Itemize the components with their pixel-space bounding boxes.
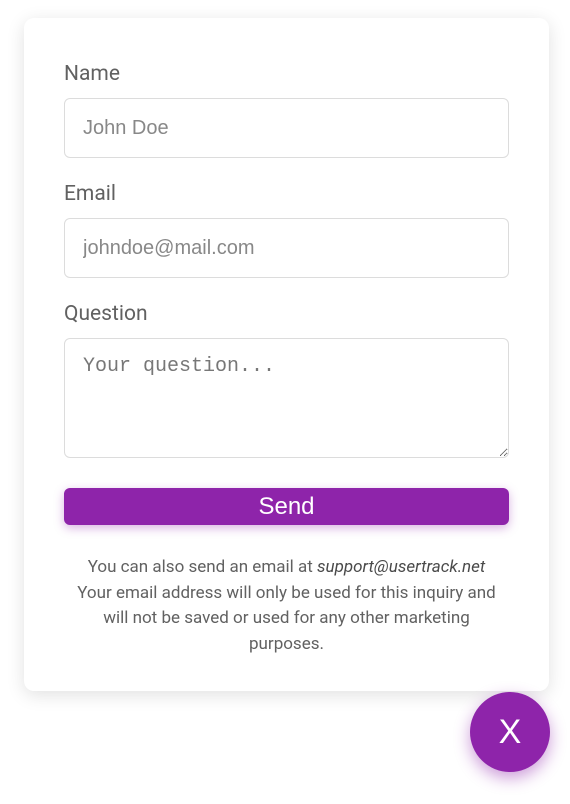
close-fab-button[interactable]: X [470,692,550,772]
footer-note: You can also send an email at support@us… [64,555,509,657]
name-input[interactable] [64,98,509,158]
question-textarea[interactable] [64,338,509,458]
question-field-group: Question [64,302,509,462]
close-icon: X [499,713,522,752]
name-label: Name [64,62,509,86]
contact-form-card: Name Email Question Send You can also se… [24,18,549,691]
email-field-group: Email [64,182,509,278]
email-input[interactable] [64,218,509,278]
support-email: support@usertrack.net [317,557,485,577]
send-button[interactable]: Send [64,488,509,525]
footer-line2: Your email address will only be used for… [77,583,496,654]
question-label: Question [64,302,509,326]
footer-line1-prefix: You can also send an email at [88,557,317,577]
email-label: Email [64,182,509,206]
name-field-group: Name [64,62,509,158]
